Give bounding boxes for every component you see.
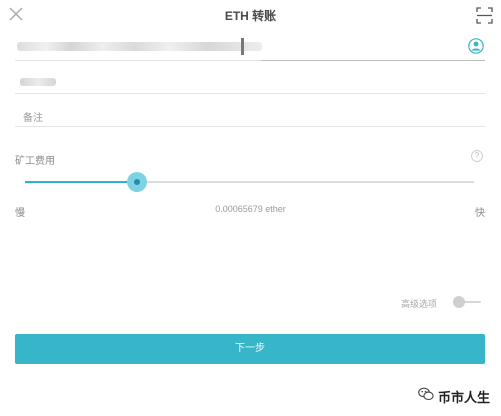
- slider-thumb-dot: [134, 179, 141, 185]
- field-underline: [261, 60, 485, 61]
- next-button[interactable]: 下一步: [15, 334, 485, 364]
- contact-book-icon[interactable]: [468, 38, 484, 54]
- address-value-blurred: [17, 42, 262, 51]
- text-cursor: [241, 38, 244, 55]
- field-underline: [15, 60, 261, 61]
- advanced-options-toggle[interactable]: [453, 296, 481, 308]
- slider-thumb[interactable]: [127, 172, 148, 192]
- help-icon[interactable]: ?: [471, 150, 483, 162]
- fee-value: 0.00065679 ether: [215, 204, 286, 214]
- fee-slider[interactable]: [25, 172, 474, 192]
- amount-value-blurred: [20, 78, 56, 86]
- memo-placeholder: 备注: [23, 113, 43, 124]
- fast-label: 快: [475, 208, 485, 219]
- amount-field[interactable]: [15, 62, 485, 94]
- advanced-options-label: 高级选项: [401, 299, 438, 309]
- memo-field[interactable]: 备注: [15, 97, 485, 127]
- fee-label: 矿工费用: [15, 156, 55, 167]
- field-underline: [15, 126, 485, 127]
- slider-fill: [25, 181, 138, 183]
- wechat-icon: [418, 387, 434, 401]
- header-bar: ETH 转账: [0, 0, 501, 30]
- scan-qr-icon[interactable]: [476, 7, 493, 24]
- recipient-address-field[interactable]: [15, 30, 485, 61]
- watermark-text: 币市人生: [438, 390, 491, 405]
- field-underline: [15, 93, 485, 94]
- page-title: ETH 转账: [224, 9, 277, 23]
- toggle-knob: [453, 296, 465, 308]
